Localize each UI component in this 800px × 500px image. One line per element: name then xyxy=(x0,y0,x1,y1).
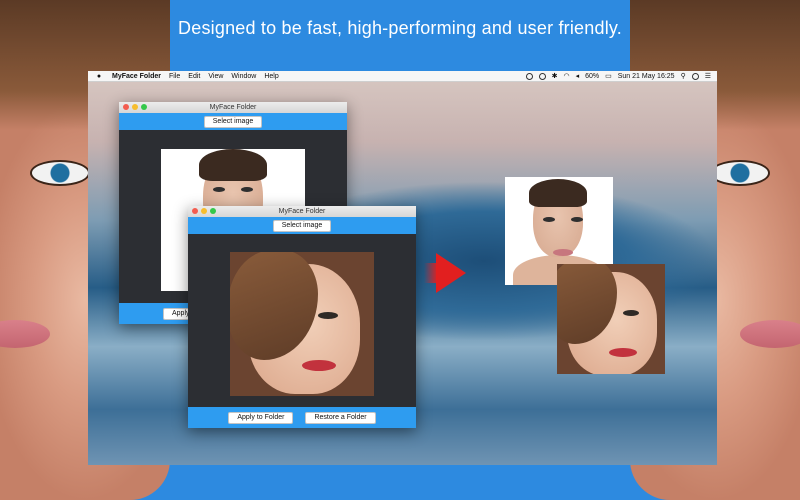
result-image-applied xyxy=(557,264,665,374)
notification-center-icon[interactable]: ☰ xyxy=(705,72,711,80)
volume-icon[interactable]: ◂ xyxy=(576,72,580,80)
menu-help[interactable]: Help xyxy=(264,73,278,80)
battery-percent[interactable]: 60% xyxy=(585,73,599,80)
zoom-icon[interactable] xyxy=(210,208,216,214)
portrait-face xyxy=(529,179,587,257)
menu-file[interactable]: File xyxy=(169,73,180,80)
apple-menu-icon[interactable]: ● xyxy=(94,73,104,80)
arrow-right-icon xyxy=(436,253,466,293)
status-eye-icon[interactable] xyxy=(525,72,533,80)
wifi-icon[interactable]: ◠ xyxy=(563,72,569,80)
battery-icon[interactable]: ▭ xyxy=(605,72,612,80)
menu-view[interactable]: View xyxy=(208,73,223,80)
close-icon[interactable] xyxy=(123,104,129,110)
window-title-bar[interactable]: MyFace Folder xyxy=(119,102,347,113)
zoom-icon[interactable] xyxy=(141,104,147,110)
restore-folder-button[interactable]: Restore a Folder xyxy=(305,411,376,424)
window-title: MyFace Folder xyxy=(209,104,257,111)
portrait-face xyxy=(230,252,360,394)
toolbar: Select image xyxy=(188,217,416,234)
background-lips xyxy=(740,320,800,348)
desktop-screenshot: ● MyFace Folder File Edit View Window He… xyxy=(88,71,717,465)
background-lips xyxy=(0,320,50,348)
app-window-front: MyFace Folder Select image Apply to Fold… xyxy=(188,206,416,428)
image-preview xyxy=(230,252,374,396)
bottom-bar: Apply to Folder Restore a Folder xyxy=(188,407,416,428)
select-image-button[interactable]: Select image xyxy=(272,219,332,232)
apply-to-folder-button[interactable]: Apply to Folder xyxy=(228,411,294,424)
close-icon[interactable] xyxy=(192,208,198,214)
background-eye xyxy=(30,160,90,186)
promo-headline: Designed to be fast, high-performing and… xyxy=(178,18,622,38)
menu-edit[interactable]: Edit xyxy=(188,73,200,80)
menu-bar: ● MyFace Folder File Edit View Window He… xyxy=(88,71,717,82)
time-machine-icon[interactable] xyxy=(538,72,546,80)
menu-window[interactable]: Window xyxy=(231,73,256,80)
menu-app-name[interactable]: MyFace Folder xyxy=(112,73,161,80)
spotlight-icon[interactable]: ⚲ xyxy=(681,72,686,80)
minimize-icon[interactable] xyxy=(201,208,207,214)
minimize-icon[interactable] xyxy=(132,104,138,110)
window-title-bar[interactable]: MyFace Folder xyxy=(188,206,416,217)
menu-clock[interactable]: Sun 21 May 16:25 xyxy=(618,73,675,80)
select-image-button[interactable]: Select image xyxy=(203,115,263,128)
siri-icon[interactable] xyxy=(691,72,699,80)
portrait-face xyxy=(557,264,657,374)
window-title: MyFace Folder xyxy=(278,208,326,215)
bluetooth-icon[interactable]: ✱ xyxy=(552,72,558,80)
toolbar: Select image xyxy=(119,113,347,130)
background-eye xyxy=(710,160,770,186)
